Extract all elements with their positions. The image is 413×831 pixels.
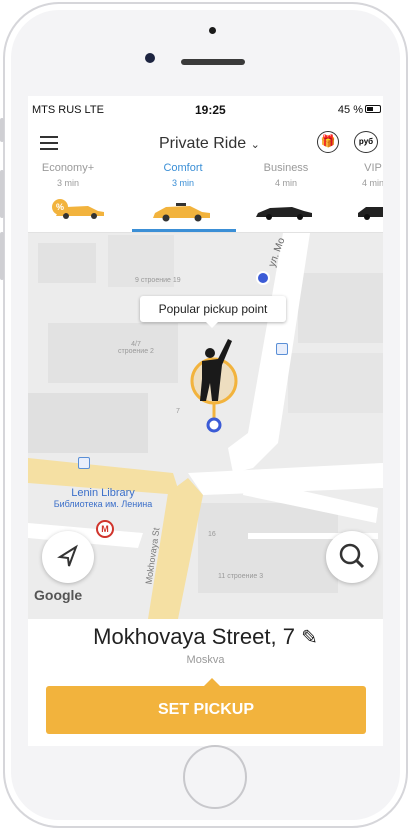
address-panel[interactable]: Mokhovaya Street, 7 ✎ Moskva	[28, 619, 383, 687]
mute-switch	[0, 118, 4, 142]
pickup-city: Moskva	[186, 654, 225, 666]
street-name: Mokhovaya Street, 7	[93, 624, 295, 649]
metro-icon: М	[96, 520, 114, 538]
building-label: 11 строение 3	[218, 573, 264, 580]
pickup-address[interactable]: Mokhovaya Street, 7 ✎	[28, 624, 383, 650]
gift-icon[interactable]: 🎁	[317, 131, 339, 153]
currency-button[interactable]: руб	[354, 131, 378, 153]
search-icon	[339, 543, 365, 569]
class-name: Business	[263, 162, 309, 174]
app-screen: MTS RUS LTE 19:25 45 % Private Ride ⌄ 🎁 …	[28, 96, 383, 746]
pencil-icon[interactable]: ✎	[301, 627, 318, 649]
building-label: 4/7 строение 2	[118, 341, 154, 355]
search-button[interactable]	[326, 531, 378, 583]
active-tab-indicator	[132, 229, 236, 232]
yellow-taxi-icon	[153, 203, 210, 222]
google-logo: Google	[34, 587, 83, 603]
class-name: Economy+	[41, 162, 95, 174]
service-title: Private Ride	[159, 135, 247, 152]
class-name: VIP	[364, 162, 382, 174]
discount-badge: %	[52, 199, 68, 215]
map-view[interactable]: ул. Мо 9 строение 19 4/7 строение 2 7 16…	[28, 233, 383, 619]
class-eta: 3 min	[56, 178, 79, 188]
volume-up-button	[0, 170, 4, 218]
tab-economy-plus[interactable]: Economy+ 3 min	[28, 162, 108, 188]
building-label: 7	[176, 408, 180, 415]
tab-comfort[interactable]: Comfort 3 min	[143, 162, 223, 188]
volume-down-button	[0, 232, 4, 280]
app-header: Private Ride ⌄ 🎁 руб	[28, 126, 383, 162]
building-label: 9 строение 19	[135, 277, 181, 284]
status-time: 19:25	[195, 103, 226, 117]
class-eta: 3 min	[171, 178, 194, 188]
navigation-arrow-icon	[57, 544, 78, 567]
menu-icon[interactable]	[40, 136, 58, 154]
tab-vip[interactable]: VIP 4 min	[333, 162, 383, 188]
current-location-dot	[256, 271, 270, 285]
library-name-ru: Библиотека им. Ленина	[53, 499, 153, 509]
service-selector[interactable]: Private Ride ⌄	[159, 135, 260, 153]
battery-percent: 45 %	[337, 104, 363, 116]
status-bar: MTS RUS LTE 19:25 45 %	[28, 96, 383, 122]
home-button[interactable]	[183, 745, 247, 809]
battery-icon	[365, 105, 381, 113]
library-label: Lenin Library Библиотека им. Ленина	[28, 487, 178, 509]
proximity-sensor	[209, 27, 216, 34]
earpiece-speaker	[181, 59, 245, 65]
chevron-down-icon: ⌄	[250, 139, 260, 151]
class-name: Comfort	[163, 162, 203, 174]
class-eta: 4 min	[361, 178, 383, 188]
set-pickup-button[interactable]: SET PICKUP	[46, 686, 366, 734]
tab-business[interactable]: Business 4 min	[246, 162, 326, 188]
library-name-en: Lenin Library	[71, 487, 135, 499]
button-notch	[204, 678, 220, 686]
front-camera	[145, 53, 155, 63]
class-eta: 4 min	[274, 178, 297, 188]
black-sedan-icon	[256, 207, 312, 220]
carrier-label: MTS RUS LTE	[32, 104, 104, 116]
popular-pickup-tooltip[interactable]: Popular pickup point	[140, 296, 286, 328]
bus-stop-icon	[276, 343, 288, 355]
black-suv-icon	[358, 207, 383, 220]
bus-stop-icon	[78, 457, 90, 469]
ride-class-tabs: Economy+ 3 min Comfort 3 min Business 4 …	[28, 162, 383, 233]
my-location-button[interactable]	[42, 531, 94, 583]
person-waving-icon	[190, 339, 238, 433]
building-label: 16	[208, 531, 216, 538]
